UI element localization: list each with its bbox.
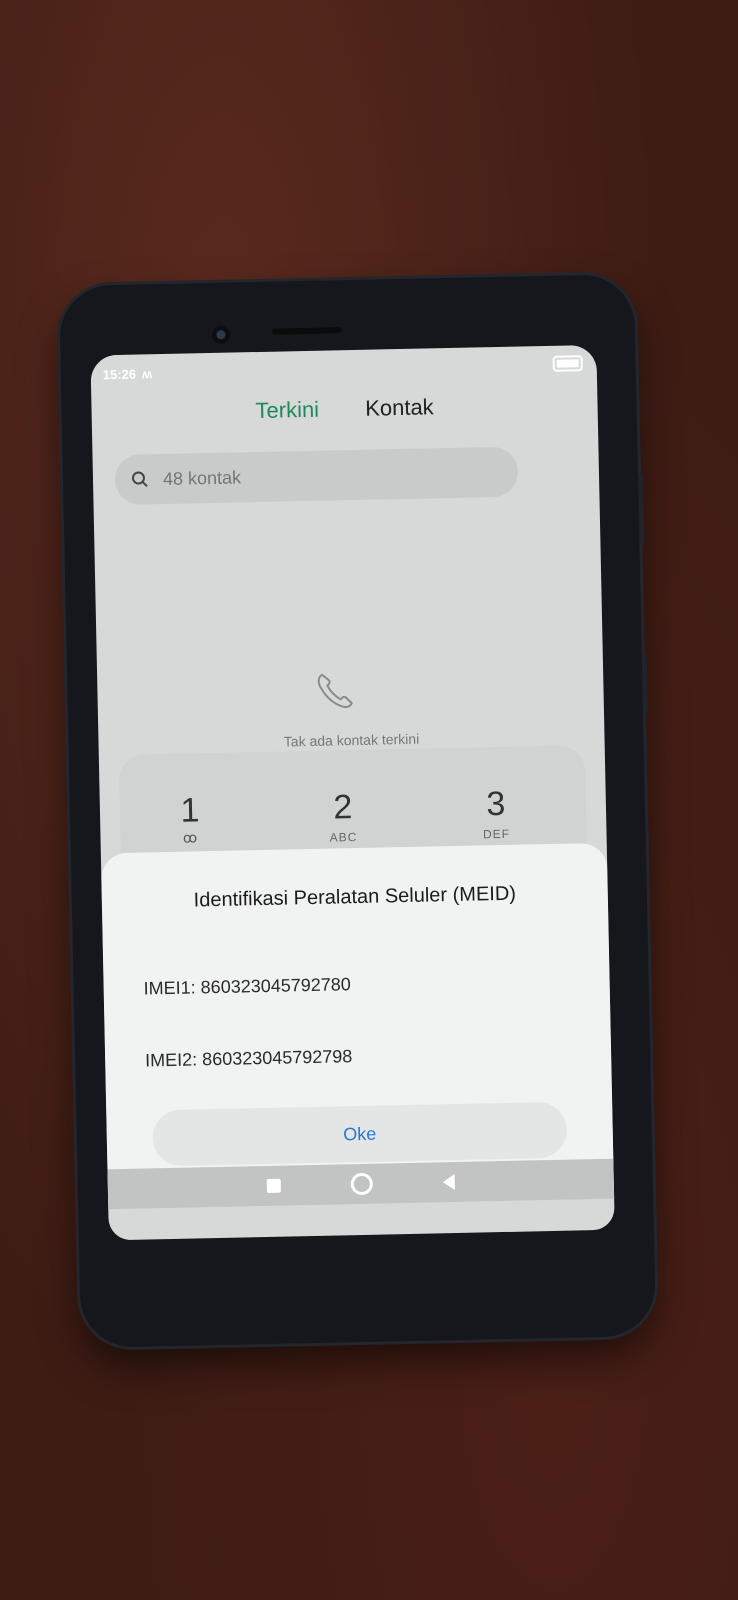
- ok-button[interactable]: Oke: [152, 1101, 568, 1167]
- dialog-title: Identifikasi Peralatan Seluler (MEID): [193, 882, 517, 912]
- phone-handset-icon: [317, 673, 353, 709]
- recents-icon[interactable]: [266, 1178, 281, 1193]
- key-digit: 3: [486, 784, 506, 824]
- tab-bar: Terkini Kontak: [91, 391, 597, 428]
- front-camera: [211, 325, 231, 344]
- key-letters: ABC: [329, 830, 358, 845]
- key-digit: 2: [333, 788, 353, 827]
- search-input[interactable]: [160, 461, 466, 491]
- key-letters: DEF: [482, 826, 511, 842]
- phone-screen: 15:26ʍ Terkini Kontak Tak ada kontak ter…: [90, 344, 615, 1241]
- back-icon[interactable]: [442, 1174, 455, 1191]
- tab-terkini[interactable]: Terkini: [255, 397, 319, 424]
- key-2[interactable]: 2 ABC: [283, 787, 404, 846]
- power-button: [641, 653, 649, 714]
- meid-dialog: Identifikasi Peralatan Seluler (MEID) IM…: [100, 842, 615, 1210]
- phone-device: 15:26ʍ Terkini Kontak Tak ada kontak ter…: [58, 274, 657, 1348]
- battery-icon: [552, 355, 583, 372]
- earpiece-speaker: [271, 327, 342, 335]
- imei1-text: IMEI1: 860323045792780: [143, 974, 352, 999]
- volume-button: [638, 473, 645, 545]
- home-icon[interactable]: [350, 1172, 374, 1196]
- key-1[interactable]: 1 ꝏ: [130, 790, 251, 848]
- search-bar[interactable]: [114, 446, 519, 506]
- status-bar: 15:26 ʍ: [103, 366, 153, 382]
- key-3[interactable]: 3 DEF: [436, 784, 557, 843]
- m-icon: ʍ: [141, 366, 153, 382]
- imei2-text: IMEI2: 860323045792798: [144, 1046, 353, 1071]
- status-time: 15:26: [102, 366, 137, 383]
- key-digit: 1: [180, 791, 200, 830]
- search-icon: [131, 471, 148, 488]
- tab-kontak[interactable]: Kontak: [365, 394, 434, 421]
- navigation-bar: [107, 1158, 615, 1210]
- voicemail-icon: ꝏ: [182, 829, 199, 846]
